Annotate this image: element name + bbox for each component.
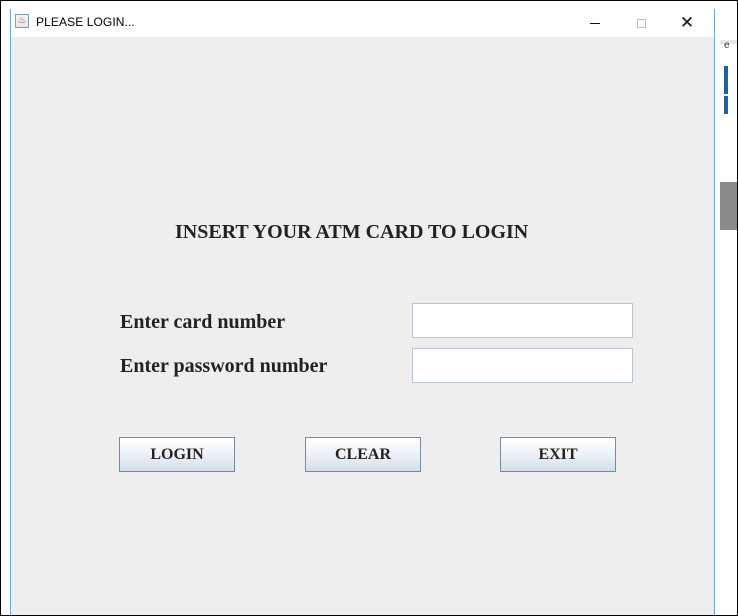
background-glyph: e <box>724 40 730 51</box>
minimize-icon <box>590 22 600 24</box>
close-icon: ✕ <box>679 13 695 33</box>
maximize-button[interactable] <box>618 9 664 37</box>
card-number-label: Enter card number <box>120 311 286 333</box>
close-button[interactable]: ✕ <box>664 9 710 37</box>
title-bar[interactable]: ♨ PLEASE LOGIN... ✕ <box>11 9 714 37</box>
card-number-input[interactable] <box>412 303 633 338</box>
clear-button[interactable]: CLEAR <box>305 437 421 472</box>
exit-button[interactable]: EXIT <box>500 437 616 472</box>
background-blue-bar <box>724 96 728 114</box>
login-button[interactable]: LOGIN <box>119 437 235 472</box>
java-app-icon: ♨ <box>15 14 29 28</box>
login-window: ♨ PLEASE LOGIN... ✕ INSERT YOUR ATM CARD… <box>10 9 715 616</box>
minimize-button[interactable] <box>572 9 618 37</box>
password-label: Enter password number <box>120 355 328 377</box>
window-title: PLEASE LOGIN... <box>36 15 135 29</box>
background-image-edge <box>720 182 738 230</box>
page-heading: INSERT YOUR ATM CARD TO LOGIN <box>175 221 529 243</box>
background-window: e <box>712 0 738 616</box>
maximize-icon <box>636 18 646 28</box>
password-input[interactable] <box>412 348 633 383</box>
background-blue-bar <box>724 66 728 94</box>
